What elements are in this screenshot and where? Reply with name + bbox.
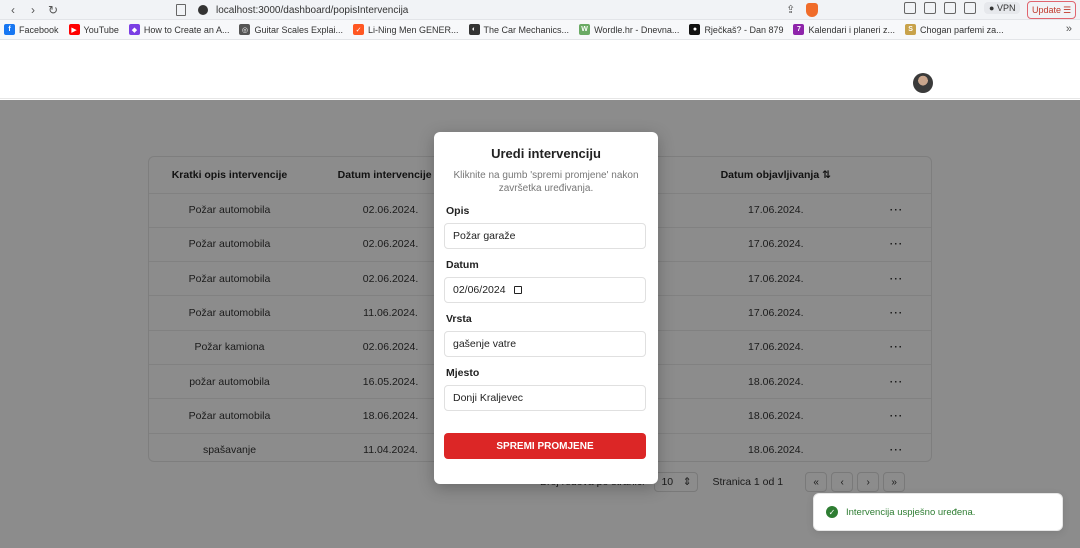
bookmark-label: Kalendari i planeri z... [808,24,896,35]
bookmark-favicon-icon: ▶ [68,24,80,35]
bookmark-favicon-icon: W [579,24,591,35]
app-header [0,41,1080,99]
bookmark-favicon-icon: ✓ [353,24,364,35]
opis-input[interactable]: Požar garaže [444,223,646,249]
bookmark-label: Wordle.hr - Dnevna... [594,24,680,35]
avatar[interactable] [913,73,933,93]
update-label: Update [1032,5,1062,15]
dialog-title: Uredi intervenciju [491,146,601,161]
wallet-icon[interactable] [944,2,956,14]
field-label-mjesto: Mjesto [446,367,480,379]
brave-shield-icon[interactable] [806,3,818,17]
bookmark-item[interactable]: S Chogan parfemi za... [905,24,1004,35]
check-circle-icon: ✓ [826,506,838,518]
share-icon[interactable]: ⇪ [786,3,800,17]
bookmark-item[interactable]: ▶ YouTube [68,24,119,35]
sidebar-icon[interactable] [924,2,936,14]
bookmark-favicon-icon: ◆ [128,24,140,35]
rewards-icon[interactable] [964,2,976,14]
bookmark-favicon-icon: S [905,24,917,35]
dialog-description: Kliknite na gumb 'spremi promjene' nakon… [453,170,639,194]
success-toast: ✓ Intervencija uspješno uređena. [813,493,1063,531]
bookmark-item[interactable]: ● Rječkaš? - Dan 879 [689,24,783,35]
datum-value: 02/06/2024 [453,284,506,296]
bookmark-item[interactable]: f Facebook [4,24,59,35]
save-changes-button[interactable]: SPREMI PROMJENE [444,433,646,459]
browser-tools: ● VPN [904,2,1021,14]
bookmark-icon[interactable] [176,4,186,16]
bookmark-favicon-icon: 7 [793,24,805,35]
field-label-datum: Datum [446,259,479,271]
bookmark-item[interactable]: W Wordle.hr - Dnevna... [579,24,679,35]
toast-message: Intervencija uspješno uređena. [846,506,976,518]
menu-icon: ☰ [1063,4,1072,15]
address-bar[interactable]: localhost:3000/dashboard/popisIntervenci… [176,2,836,18]
edit-intervention-dialog: Uredi intervenciju Kliknite na gumb 'spr… [434,132,658,484]
site-info-icon[interactable] [198,5,208,15]
bookmark-label: How to Create an A... [143,24,230,35]
bookmarks-overflow-icon[interactable]: » [1066,23,1072,35]
calendar-icon[interactable] [513,286,522,294]
forward-icon[interactable]: › [26,3,40,17]
bookmark-label: Facebook [19,24,59,35]
bookmark-favicon-icon: ◐ [468,24,480,35]
reload-icon[interactable]: ↻ [46,3,60,17]
update-button[interactable]: Update ☰ [1027,1,1077,19]
datum-input[interactable]: 02/06/2024 [444,277,646,303]
url-text: localhost:3000/dashboard/popisIntervenci… [216,4,409,16]
mjesto-input[interactable]: Donji Kraljevec [444,385,646,411]
back-icon[interactable]: ‹ [6,3,20,17]
bookmark-item[interactable]: ◆ How to Create an A... [128,24,230,35]
vpn-button[interactable]: ● VPN [984,2,1021,14]
bookmark-label: YouTube [83,24,119,35]
bookmark-label: Guitar Scales Explai... [254,24,343,35]
bookmark-item[interactable]: ✓ Li-Ning Men GENER... [353,24,459,35]
bookmark-item[interactable]: ◎ Guitar Scales Explai... [239,24,343,35]
bookmarks-bar: f Facebook ▶ YouTube ◆ How to Create an A... ◎… [0,20,1080,40]
vpn-label: VPN [996,3,1016,13]
bookmark-favicon-icon: f [4,24,15,35]
opis-value: Požar garaže [453,230,516,242]
bookmark-label: Rječkaš? - Dan 879 [704,24,784,35]
bookmark-favicon-icon: ◎ [239,24,251,35]
bookmark-item[interactable]: 7 Kalendari i planeri z... [793,24,895,35]
vrsta-value: gašenje vatre [453,338,517,350]
bookmark-label: Chogan parfemi za... [920,24,1004,35]
mjesto-value: Donji Kraljevec [453,392,524,404]
bookmark-favicon-icon: ● [689,24,701,35]
field-label-vrsta: Vrsta [446,313,472,325]
bookmark-label: Li-Ning Men GENER... [368,24,459,35]
bookmark-item[interactable]: ◐ The Car Mechanics... [468,24,570,35]
bookmark-label: The Car Mechanics... [483,24,570,35]
vrsta-input[interactable]: gašenje vatre [444,331,646,357]
field-label-opis: Opis [446,205,470,217]
extensions-icon[interactable] [904,2,916,14]
